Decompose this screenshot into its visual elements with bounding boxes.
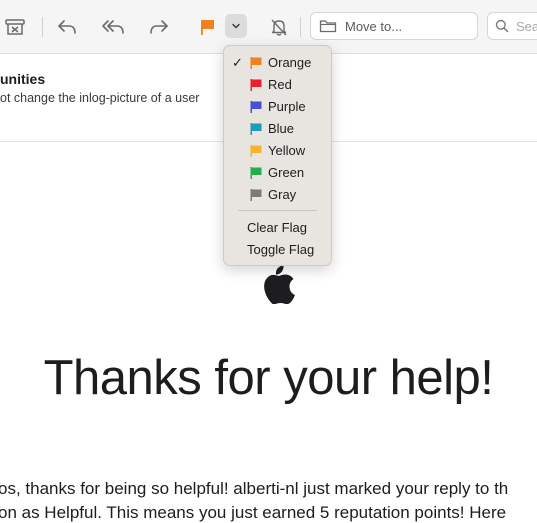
reply-all-icon[interactable] xyxy=(99,13,127,41)
archive-icon[interactable] xyxy=(1,13,29,41)
move-to-field[interactable]: Move to... xyxy=(310,12,478,40)
menu-item-green[interactable]: Green xyxy=(224,162,331,184)
menu-item-label: Gray xyxy=(268,187,297,202)
menu-item-label: Purple xyxy=(268,99,306,114)
purple-flag-icon xyxy=(250,101,262,113)
menu-item-blue[interactable]: Blue xyxy=(224,118,331,140)
red-flag-icon xyxy=(250,79,262,91)
menu-item-label: Orange xyxy=(268,55,312,70)
flag-menu-toggle-button[interactable] xyxy=(225,14,247,38)
gray-flag-icon xyxy=(250,189,262,201)
menu-item-label: Red xyxy=(268,77,292,92)
menu-item-label: Blue xyxy=(268,121,295,136)
menu-item-red[interactable]: Red xyxy=(224,74,331,96)
menu-item-label: Green xyxy=(268,165,305,180)
green-flag-icon xyxy=(250,167,262,179)
move-to-label: Move to... xyxy=(345,18,403,34)
reply-icon[interactable] xyxy=(53,13,81,41)
yellow-flag-icon xyxy=(250,145,262,157)
notifications-off-icon[interactable] xyxy=(265,13,293,41)
orange-flag-icon xyxy=(250,57,262,69)
menu-item-gray[interactable]: Gray xyxy=(224,184,331,206)
flag-dropdown-menu: ✓ Orange Red Purple Blue Yellow Green Gr… xyxy=(223,45,332,266)
blue-flag-icon xyxy=(250,123,262,135)
menu-item-yellow[interactable]: Yellow xyxy=(224,140,331,162)
flag-icon[interactable] xyxy=(193,13,221,41)
message-subject: unities xyxy=(0,71,46,87)
folder-icon xyxy=(319,20,337,33)
menu-item-purple[interactable]: Purple xyxy=(224,96,331,118)
body-text-line-1: os, thanks for being so helpful! alberti… xyxy=(0,479,509,498)
headline: Thanks for your help! xyxy=(43,351,494,405)
message-preview: ot change the inlog-picture of a user xyxy=(0,91,200,105)
checkmark-icon: ✓ xyxy=(232,55,243,70)
menu-separator xyxy=(238,210,317,211)
toolbar-divider xyxy=(300,17,301,37)
chevron-down-icon xyxy=(232,23,240,29)
search-placeholder: Sea xyxy=(516,18,537,34)
search-icon xyxy=(495,19,509,33)
forward-icon[interactable] xyxy=(145,13,173,41)
menu-item-orange[interactable]: ✓ Orange xyxy=(224,52,331,74)
menu-item-label: Yellow xyxy=(268,143,306,158)
search-input[interactable]: Sea xyxy=(487,12,537,40)
body-text-line-2: on as Helpful. This means you just earne… xyxy=(0,503,507,522)
toolbar-divider xyxy=(42,17,43,37)
clear-flag-menu-item[interactable]: Clear Flag xyxy=(247,220,307,235)
apple-logo-icon xyxy=(264,265,295,304)
toggle-flag-menu-item[interactable]: Toggle Flag xyxy=(247,242,314,257)
